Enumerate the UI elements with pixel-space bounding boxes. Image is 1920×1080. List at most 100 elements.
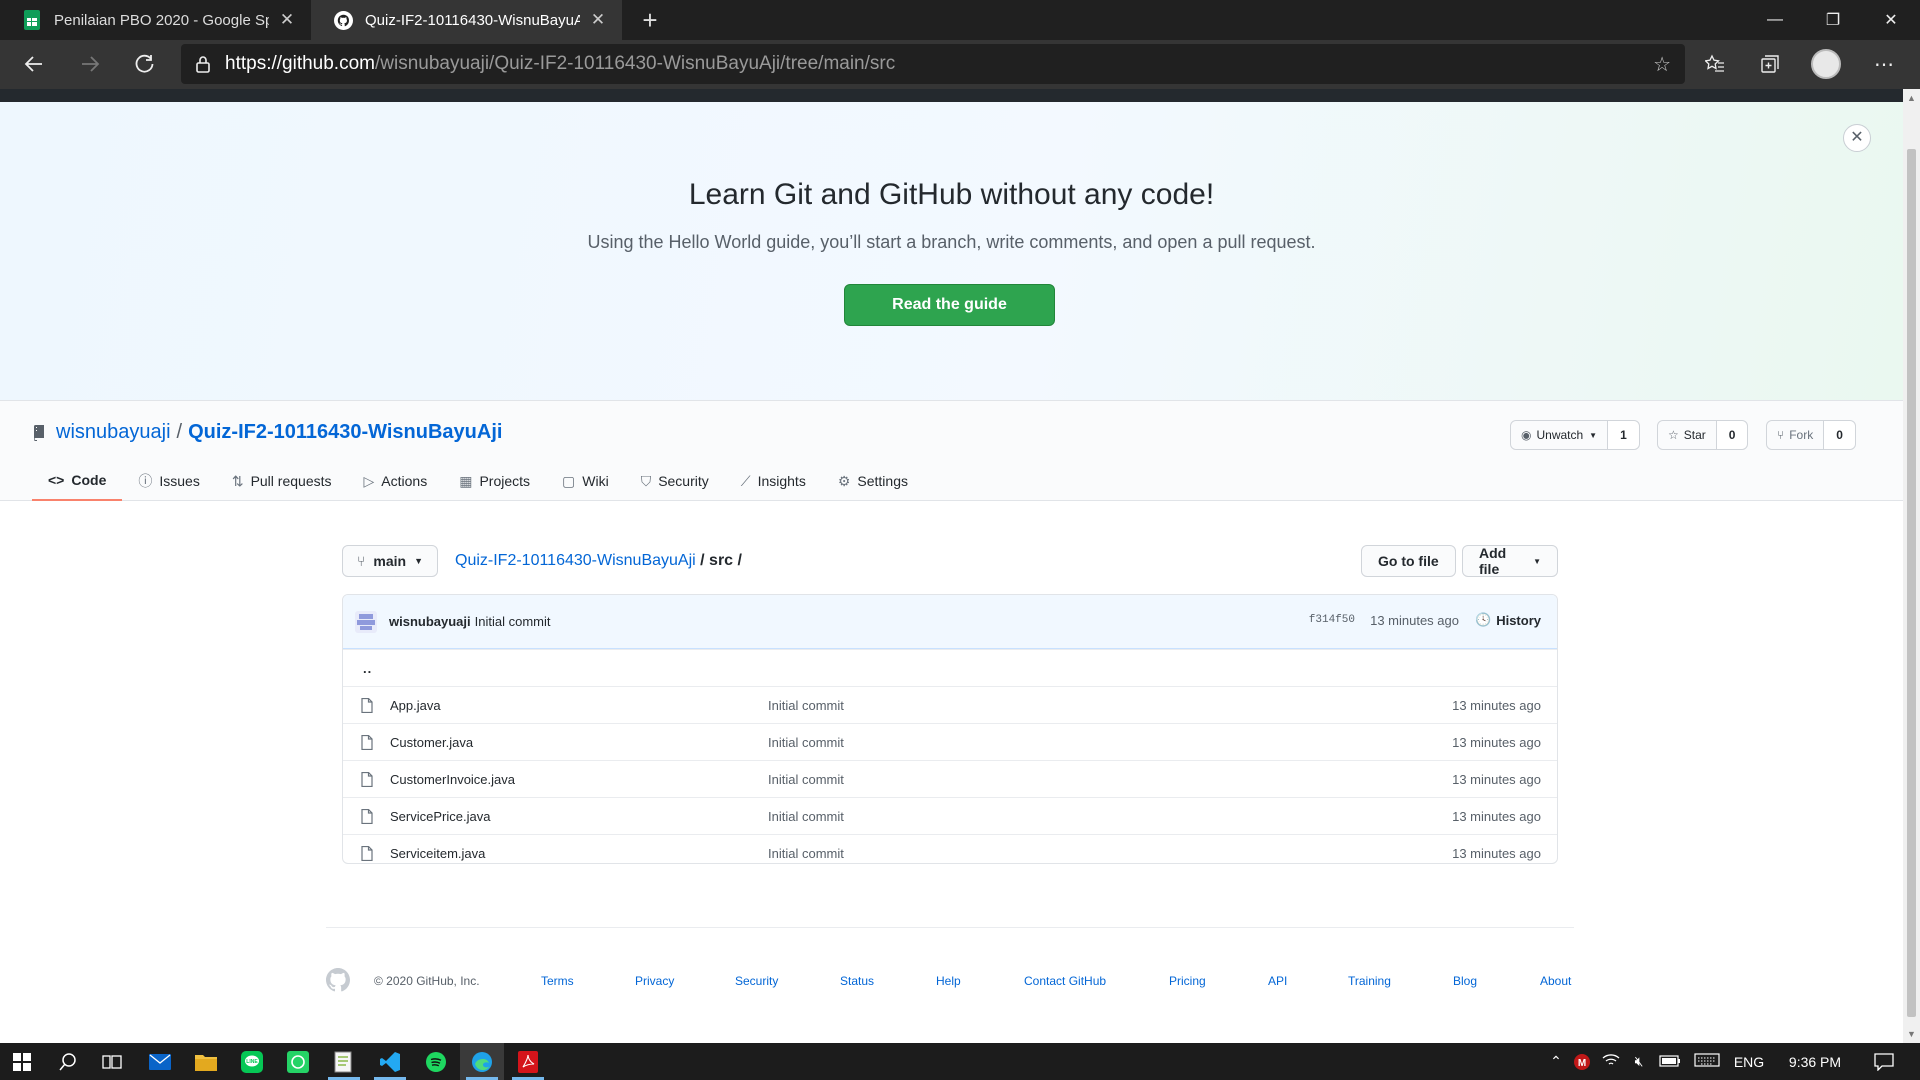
collections-icon[interactable] bbox=[1752, 46, 1788, 82]
file-commit-message[interactable]: Initial commit bbox=[768, 846, 844, 861]
scrollbar-thumb[interactable] bbox=[1907, 149, 1916, 1017]
scroll-up-arrow-icon[interactable]: ▲ bbox=[1907, 93, 1916, 103]
footer-link-contact[interactable]: Contact GitHub bbox=[1024, 974, 1106, 988]
spotify-icon[interactable] bbox=[414, 1043, 458, 1080]
close-tab-icon[interactable]: ✕ bbox=[275, 10, 299, 30]
url-bar[interactable]: https://github.com/wisnubayuaji/Quiz-IF2… bbox=[181, 44, 1685, 84]
scroll-down-arrow-icon[interactable]: ▼ bbox=[1907, 1029, 1916, 1039]
volume-muted-icon[interactable]: 🔇︎ bbox=[1625, 1053, 1653, 1070]
notepad-app-icon[interactable] bbox=[322, 1043, 366, 1080]
history-link[interactable]: 🕓 History bbox=[1475, 612, 1541, 628]
line-app-icon[interactable]: LINE bbox=[230, 1043, 274, 1080]
star-button[interactable]: ☆ Star bbox=[1658, 421, 1717, 449]
forward-button[interactable] bbox=[72, 46, 108, 82]
file-commit-message[interactable]: Initial commit bbox=[768, 735, 844, 750]
tab-wiki[interactable]: ▢ Wiki bbox=[546, 461, 625, 501]
parent-directory-row[interactable]: .. bbox=[343, 649, 1557, 686]
star-count[interactable]: 0 bbox=[1716, 421, 1748, 449]
file-name-link[interactable]: ServicePrice.java bbox=[390, 809, 490, 824]
commit-author[interactable]: wisnubayuaji bbox=[389, 614, 471, 629]
footer-link-privacy[interactable]: Privacy bbox=[635, 974, 674, 988]
minimize-button[interactable]: — bbox=[1746, 0, 1804, 40]
footer-link-security[interactable]: Security bbox=[735, 974, 778, 988]
footer-link-blog[interactable]: Blog bbox=[1453, 974, 1477, 988]
file-row[interactable]: CustomerInvoice.java Initial commit 13 m… bbox=[343, 760, 1557, 797]
windows-start-icon[interactable] bbox=[0, 1043, 44, 1080]
page-scrollbar[interactable]: ▲ ▼ bbox=[1903, 89, 1920, 1043]
repo-owner-link[interactable]: wisnubayuaji bbox=[56, 421, 171, 444]
mcafee-icon[interactable]: M bbox=[1567, 1053, 1597, 1071]
read-the-guide-button[interactable]: Read the guide bbox=[844, 284, 1055, 326]
notifications-icon[interactable] bbox=[1859, 1052, 1909, 1071]
file-commit-message[interactable]: Initial commit bbox=[768, 698, 844, 713]
close-tab-icon[interactable]: ✕ bbox=[586, 10, 610, 30]
fork-button[interactable]: ⑂ Fork bbox=[1767, 421, 1825, 449]
file-name-link[interactable]: CustomerInvoice.java bbox=[390, 772, 515, 787]
file-row[interactable]: App.java Initial commit 13 minutes ago bbox=[343, 686, 1557, 723]
lock-icon[interactable] bbox=[181, 55, 225, 73]
more-options-icon[interactable]: ⋯ bbox=[1866, 46, 1902, 82]
file-explorer-icon[interactable] bbox=[184, 1043, 228, 1080]
file-row[interactable]: Customer.java Initial commit 13 minutes … bbox=[343, 723, 1557, 760]
file-name-link[interactable]: Serviceitem.java bbox=[390, 846, 485, 861]
vscode-icon[interactable] bbox=[368, 1043, 412, 1080]
breadcrumb-repo-link[interactable]: Quiz-IF2-10116430-WisnuBayuAji bbox=[455, 552, 696, 569]
new-tab-button[interactable]: + bbox=[630, 0, 670, 40]
unwatch-button[interactable]: ◉ Unwatch ▼ bbox=[1511, 421, 1609, 449]
refresh-button[interactable] bbox=[127, 46, 163, 82]
tab-pull-requests[interactable]: ⇅ Pull requests bbox=[216, 461, 348, 501]
watch-count[interactable]: 1 bbox=[1608, 421, 1639, 449]
profile-avatar[interactable] bbox=[1808, 46, 1844, 82]
footer-link-about[interactable]: About bbox=[1540, 974, 1571, 988]
file-row[interactable]: ServicePrice.java Initial commit 13 minu… bbox=[343, 797, 1557, 834]
show-hidden-icons-icon[interactable]: ⌃ bbox=[1545, 1053, 1567, 1070]
edge-browser-icon[interactable] bbox=[460, 1043, 504, 1080]
input-language[interactable]: ENG bbox=[1727, 1054, 1771, 1070]
mail-icon[interactable] bbox=[138, 1043, 182, 1080]
avatar[interactable] bbox=[355, 610, 377, 633]
dismiss-banner-button[interactable]: ✕ bbox=[1843, 124, 1871, 152]
footer-link-terms[interactable]: Terms bbox=[541, 974, 574, 988]
commit-sha[interactable]: f314f50 bbox=[1309, 614, 1355, 626]
go-to-file-button[interactable]: Go to file bbox=[1361, 545, 1456, 577]
add-file-button[interactable]: Add file ▼ bbox=[1462, 545, 1558, 577]
tab-projects[interactable]: ▦ Projects bbox=[443, 461, 546, 501]
tab-settings[interactable]: ⚙ Settings bbox=[822, 461, 924, 501]
restore-button[interactable]: ❐ bbox=[1804, 0, 1862, 40]
file-name-link[interactable]: Customer.java bbox=[390, 735, 473, 750]
favorite-star-icon[interactable]: ☆ bbox=[1653, 52, 1671, 77]
browser-tab-github[interactable]: Quiz-IF2-10116430-WisnuBayuAji ✕ bbox=[311, 0, 622, 40]
search-icon[interactable] bbox=[46, 1043, 90, 1080]
footer-link-training[interactable]: Training bbox=[1348, 974, 1391, 988]
clock[interactable]: 9:36 PM bbox=[1771, 1054, 1859, 1070]
tab-insights[interactable]: ⟋ Insights bbox=[725, 461, 822, 501]
tab-code[interactable]: <> Code bbox=[32, 461, 123, 501]
fork-count[interactable]: 0 bbox=[1824, 421, 1855, 449]
task-view-icon[interactable] bbox=[90, 1043, 134, 1080]
repo-name-link[interactable]: Quiz-IF2-10116430-WisnuBayuAji bbox=[188, 421, 502, 444]
tab-security[interactable]: ⛉ Security bbox=[625, 461, 725, 501]
file-commit-message[interactable]: Initial commit bbox=[768, 772, 844, 787]
footer-link-status[interactable]: Status bbox=[840, 974, 874, 988]
window-close-button[interactable]: ✕ bbox=[1862, 0, 1920, 40]
acrobat-icon[interactable] bbox=[506, 1043, 550, 1080]
favorites-icon[interactable] bbox=[1697, 46, 1733, 82]
footer-link-pricing[interactable]: Pricing bbox=[1169, 974, 1206, 988]
whatsapp-icon[interactable] bbox=[276, 1043, 320, 1080]
footer-link-help[interactable]: Help bbox=[936, 974, 961, 988]
battery-icon[interactable] bbox=[1653, 1054, 1687, 1070]
commit-message[interactable]: Initial commit bbox=[475, 614, 551, 629]
file-commit-message[interactable]: Initial commit bbox=[768, 809, 844, 824]
browser-tab-sheets[interactable]: Penilaian PBO 2020 - Google Spreadsheet … bbox=[0, 0, 311, 40]
back-button[interactable] bbox=[16, 46, 52, 82]
tab-issues[interactable]: ⓘ Issues bbox=[122, 461, 215, 501]
tab-actions[interactable]: ▷ Actions bbox=[348, 461, 444, 501]
github-logo-icon[interactable] bbox=[326, 968, 350, 992]
keyboard-icon[interactable] bbox=[1687, 1053, 1727, 1070]
branch-selector[interactable]: ⑂ main ▼ bbox=[342, 545, 439, 577]
system-tray: ⌃ M 🔇︎ ENG 9:36 PM bbox=[1545, 1043, 1909, 1080]
footer-link-api[interactable]: API bbox=[1268, 974, 1287, 988]
file-name-link[interactable]: App.java bbox=[390, 698, 441, 713]
wifi-icon[interactable] bbox=[1597, 1053, 1625, 1070]
file-row[interactable]: Serviceitem.java Initial commit 13 minut… bbox=[343, 834, 1557, 863]
